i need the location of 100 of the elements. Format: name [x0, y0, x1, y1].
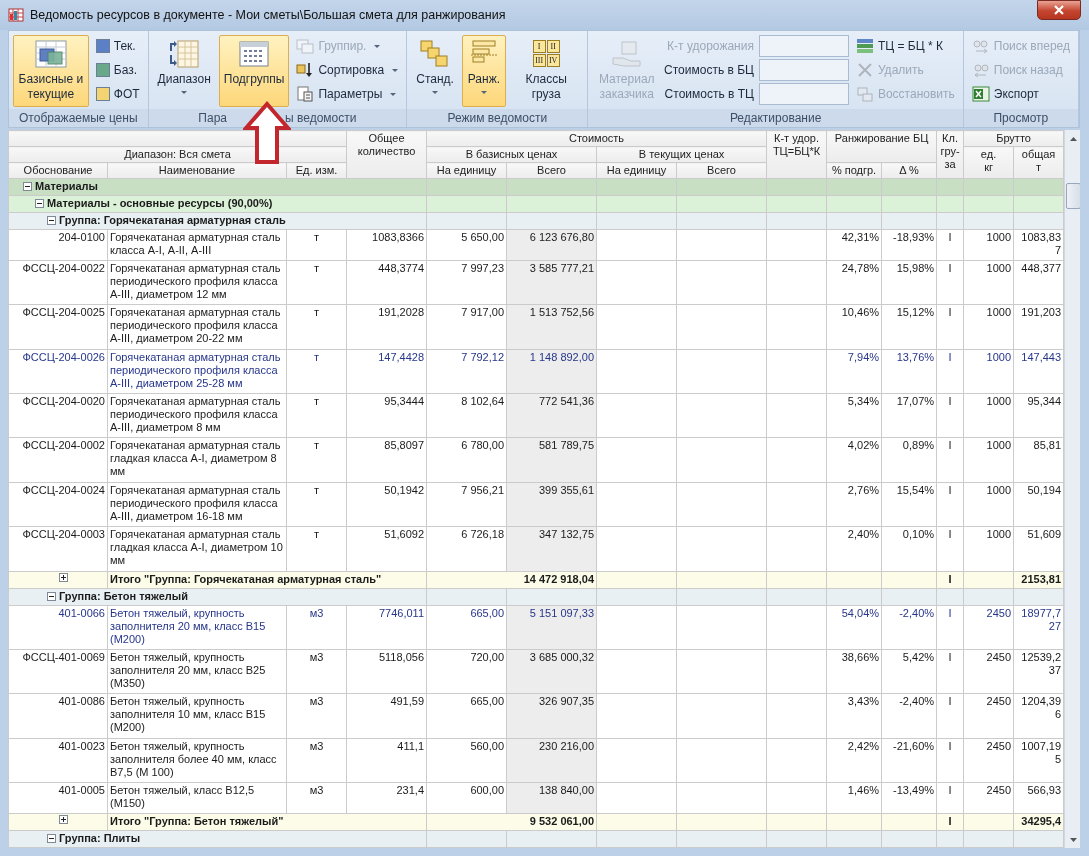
table-cell: 147,443: [1013, 349, 1064, 394]
table-cell: 231,4: [346, 782, 427, 814]
group-heading: Материалы: [35, 180, 98, 193]
close-icon: [1053, 5, 1065, 15]
scrollbar-thumb[interactable]: [1065, 183, 1080, 209]
table-cell: ФССЦ-204-0002: [8, 437, 108, 483]
table-cell: 7 997,23: [426, 260, 507, 305]
expand-toggle[interactable]: [59, 572, 68, 582]
down-arrow-icon: [1069, 837, 1077, 842]
table-cell: 401-0066: [8, 605, 108, 650]
table-cell: 1007,195: [1013, 738, 1064, 783]
table-cell: 1000: [963, 229, 1014, 261]
column-header[interactable]: Общее количество: [346, 130, 427, 179]
ribbon-button[interactable]: Сортировка: [292, 59, 403, 81]
column-header[interactable]: К-т удор. ТЦ=БЦ*К: [766, 130, 827, 179]
table-cell: 7 792,12: [426, 349, 507, 394]
table-cell: 12539,237: [1013, 649, 1064, 694]
table-cell: 1000: [963, 304, 1014, 349]
windows-icon: [296, 38, 315, 54]
table-cell: 448,377: [1013, 260, 1064, 305]
app-icon: [8, 7, 24, 23]
table-cell: 38,66%: [826, 649, 882, 694]
table-cell: 85,8097: [346, 437, 427, 483]
input-field[interactable]: [758, 59, 849, 81]
table-cell: -18,93%: [881, 229, 937, 261]
table-cell: 95,3444: [346, 393, 427, 438]
collapse-toggle[interactable]: [47, 591, 56, 601]
ribbon-button[interactable]: Баз.: [91, 59, 144, 81]
table-cell: т: [286, 304, 347, 349]
table-cell: 399 355,61: [506, 482, 597, 527]
table-cell: 6 780,00: [426, 437, 507, 483]
table-cell: I: [936, 393, 964, 438]
table-cell: 1000: [963, 526, 1014, 572]
table-cell: 54,04%: [826, 605, 882, 650]
table-cell: 6 726,18: [426, 526, 507, 572]
ribbon-button[interactable]: Ранж.: [461, 35, 506, 107]
table-cell: 448,3774: [346, 260, 427, 305]
table-cell: 2,40%: [826, 526, 882, 572]
group-label: Отображаемые цены: [19, 110, 138, 127]
group-label: Режим ведомости: [447, 110, 548, 127]
table-cell: 4,02%: [826, 437, 882, 483]
table-cell: т: [286, 349, 347, 394]
table-cell: 5 151 097,33: [506, 605, 597, 650]
collapse-toggle[interactable]: [47, 216, 56, 225]
table-cell: I: [936, 229, 964, 261]
group-heading: Группа: Бетон тяжелый: [59, 589, 188, 603]
ribbon-button[interactable]: I II III IV Классы груза: [508, 35, 584, 107]
column-header[interactable]: общая т: [1013, 146, 1064, 179]
expand-toggle[interactable]: [59, 815, 68, 824]
table-cell: 15,54%: [881, 482, 937, 527]
table-cell: т: [286, 260, 347, 305]
table-cell: Горячекатаная арматурная сталь гладкая класса А-I, диаметром 10 мм: [107, 526, 287, 572]
table-cell: I: [936, 649, 964, 694]
table-cell: 1000: [963, 437, 1014, 483]
ribbon-button[interactable]: Станд.: [411, 35, 459, 107]
column-header[interactable]: Кл. гру-за: [936, 130, 964, 179]
column-header[interactable]: Брутто: [963, 130, 1064, 147]
column-header[interactable]: ед. кг: [963, 146, 1014, 179]
table-cell: м3: [286, 605, 347, 650]
table-cell: Горячекатаная арматурная сталь периодического профиля класса А-III, диаметром 12 мм: [107, 260, 287, 305]
table-cell: 6 123 676,80: [506, 229, 597, 261]
column-header[interactable]: Стоимость: [426, 130, 767, 147]
table-cell: Бетон тяжелый, крупность заполнителя 20 мм, класс В25 (М350): [107, 649, 287, 694]
ribbon-button[interactable]: Подгруппы: [218, 35, 290, 107]
input-field[interactable]: [758, 83, 849, 105]
table-cell: 204-0100: [8, 229, 108, 261]
ribbon-button[interactable]: Диапазон: [152, 35, 216, 107]
sort-icon: [296, 62, 315, 78]
ribbon-button[interactable]: Тек.: [91, 35, 144, 57]
ribbon-button[interactable]: Экспорт: [967, 83, 1074, 105]
table-cell: 411,1: [346, 738, 427, 783]
ribbon-button[interactable]: ФОТ: [91, 83, 144, 105]
close-button[interactable]: [1037, 0, 1081, 20]
table-cell: 3 585 777,21: [506, 260, 597, 305]
spreadsheet-icon: [971, 86, 990, 102]
collapse-toggle[interactable]: [47, 834, 56, 843]
ribbon-button[interactable]: Базисные и текущие: [13, 35, 89, 107]
table-cell: 2,42%: [826, 738, 882, 783]
table-cell: 2,76%: [826, 482, 882, 527]
table-cell: I: [936, 482, 964, 527]
table-cell: ФССЦ-204-0025: [8, 304, 108, 349]
collapse-toggle[interactable]: [35, 199, 44, 208]
table-cell: 191,2028: [346, 304, 427, 349]
ribbon-button[interactable]: Параметры: [292, 83, 403, 105]
table-cell: I: [936, 304, 964, 349]
binoculars-icon: [971, 38, 990, 54]
table-cell: I: [936, 605, 964, 650]
table-cell: -13,49%: [881, 782, 937, 814]
table-cell: 1000: [963, 482, 1014, 527]
table-cell: 2450: [963, 782, 1014, 814]
table-cell: ФССЦ-204-0024: [8, 482, 108, 527]
column-header[interactable]: Ранжирование БЦ: [826, 130, 937, 163]
collapse-toggle[interactable]: [23, 182, 32, 191]
table-cell: ФССЦ-204-0026: [8, 349, 108, 394]
table-cell: 7 917,00: [426, 304, 507, 349]
window-title: Ведомость ресурсов в документе - Мои сметы\Большая смета для ранжирования: [30, 6, 506, 24]
table-cell: 0,89%: [881, 437, 937, 483]
ribbon-button[interactable]: ТЦ = БЦ * К: [851, 35, 959, 57]
spreadsheet-icon: [33, 38, 68, 70]
table-cell: 138 840,00: [506, 782, 597, 814]
